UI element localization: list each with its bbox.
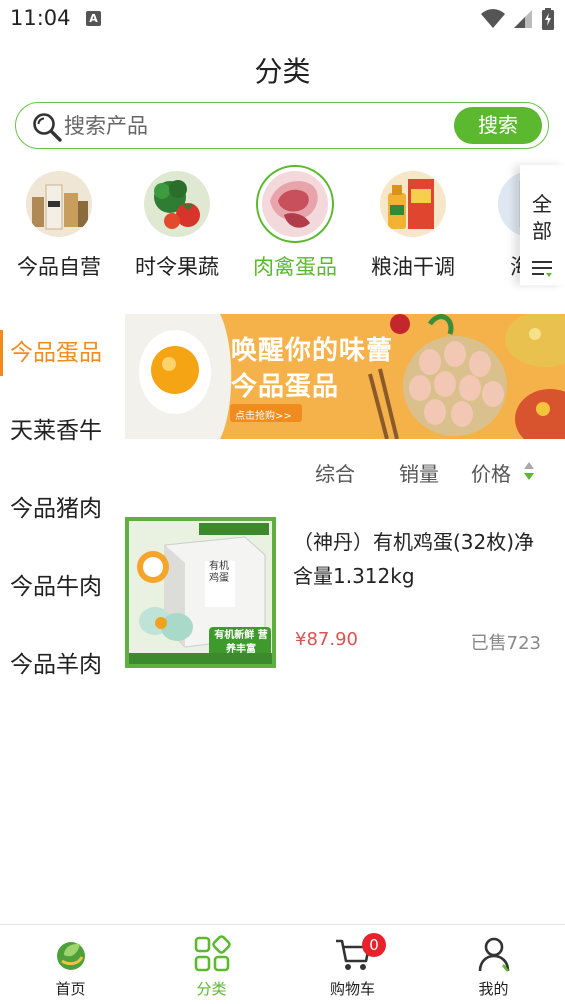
- nav-home-label: 首页: [55, 980, 86, 998]
- nav-profile[interactable]: 我的: [423, 925, 564, 1004]
- product-card[interactable]: 有机鸡蛋 有机新鲜 营养丰富 （神丹）有机鸡蛋(32枚)净含量1.312kg ¥…: [125, 517, 565, 669]
- subcategory-eggs[interactable]: 今品蛋品: [0, 314, 124, 392]
- subcategory-tianlai-beef[interactable]: 天莱香牛: [0, 392, 124, 470]
- category-item-grain-oil[interactable]: 粮油干调: [354, 165, 472, 285]
- search-input[interactable]: [64, 107, 444, 145]
- banner-subline: 今品蛋品: [231, 372, 340, 402]
- sort-sales-button[interactable]: 销量: [399, 458, 439, 487]
- page-title: 分类: [254, 55, 311, 88]
- status-time: 11:04: [10, 6, 71, 30]
- subcategory-beef[interactable]: 今品牛肉: [0, 548, 124, 626]
- nav-cart[interactable]: 0 购物车: [282, 925, 423, 1004]
- signal-icon: [514, 10, 532, 28]
- home-leaf-icon: [57, 942, 85, 970]
- search-bar[interactable]: 搜索: [15, 102, 549, 149]
- category-label: 肉禽蛋品: [253, 255, 337, 279]
- grain-oil-photo: [380, 171, 446, 237]
- product-image-badge: 有机新鲜 营养丰富: [214, 630, 268, 655]
- meat-photo: [262, 171, 328, 237]
- sort-arrows-icon: [524, 462, 534, 480]
- category-grid-icon: [194, 935, 231, 972]
- subcategory-menu: 今品蛋品 天莱香牛 今品猪肉 今品牛肉 今品羊肉: [0, 314, 124, 704]
- category-label: 今品自营: [17, 255, 101, 279]
- category-item-vegetables[interactable]: 时令果蔬: [118, 165, 236, 285]
- category-item-self-operated[interactable]: 今品自营: [0, 165, 118, 285]
- promo-banner[interactable]: 唤醒你的味蕾 今品蛋品 点击抢购>>: [125, 314, 565, 439]
- battery-icon: [542, 8, 554, 30]
- all-categories-label: 全部: [532, 192, 552, 243]
- product-price: ¥87.90: [295, 629, 358, 650]
- category-item-meat-eggs[interactable]: 肉禽蛋品: [236, 165, 354, 285]
- bottom-navigation: 首页 分类 0 购物车 我的: [0, 924, 565, 1004]
- nav-category[interactable]: 分类: [141, 925, 282, 1004]
- search-button[interactable]: 搜索: [454, 107, 542, 144]
- vegetables-photo: [144, 171, 210, 237]
- nav-category-label: 分类: [196, 980, 227, 998]
- banner-cta[interactable]: 点击抢购>>: [235, 407, 292, 422]
- user-profile-icon: [478, 937, 510, 972]
- subcategory-mutton[interactable]: 今品羊肉: [0, 626, 124, 704]
- category-label: 时令果蔬: [135, 255, 219, 279]
- category-strip[interactable]: 今品自营 时令果蔬 肉禽蛋品 粮油干调: [0, 165, 565, 285]
- nav-cart-label: 购物车: [329, 980, 375, 998]
- menu-lines-icon: [532, 261, 552, 277]
- banner-headline: 唤醒你的味蕾: [231, 336, 394, 366]
- status-indicators: [481, 8, 555, 30]
- food-package-photo: [26, 171, 92, 237]
- category-label: 粮油干调: [371, 255, 455, 279]
- cart-count-badge: 0: [362, 933, 386, 957]
- sort-price-button[interactable]: 价格: [471, 458, 511, 487]
- notification-icon: A: [86, 11, 101, 26]
- product-image: 有机鸡蛋 有机新鲜 营养丰富: [125, 517, 276, 668]
- product-sold-count: 已售723: [470, 633, 541, 654]
- subcategory-pork[interactable]: 今品猪肉: [0, 470, 124, 548]
- nav-profile-label: 我的: [478, 980, 509, 998]
- wifi-icon: [481, 9, 505, 28]
- nav-home[interactable]: 首页: [0, 925, 141, 1004]
- sort-bar: 综合 销量 价格: [125, 452, 565, 492]
- product-name: （神丹）有机鸡蛋(32枚)净含量1.312kg: [293, 530, 535, 588]
- all-categories-button[interactable]: 全部: [520, 165, 565, 285]
- product-image-caption: 有机鸡蛋: [209, 561, 229, 584]
- sort-overall-button[interactable]: 综合: [315, 458, 355, 487]
- meat-category-frame: [256, 165, 334, 243]
- status-bar: 11:04 A: [0, 0, 565, 38]
- search-icon: [33, 113, 62, 142]
